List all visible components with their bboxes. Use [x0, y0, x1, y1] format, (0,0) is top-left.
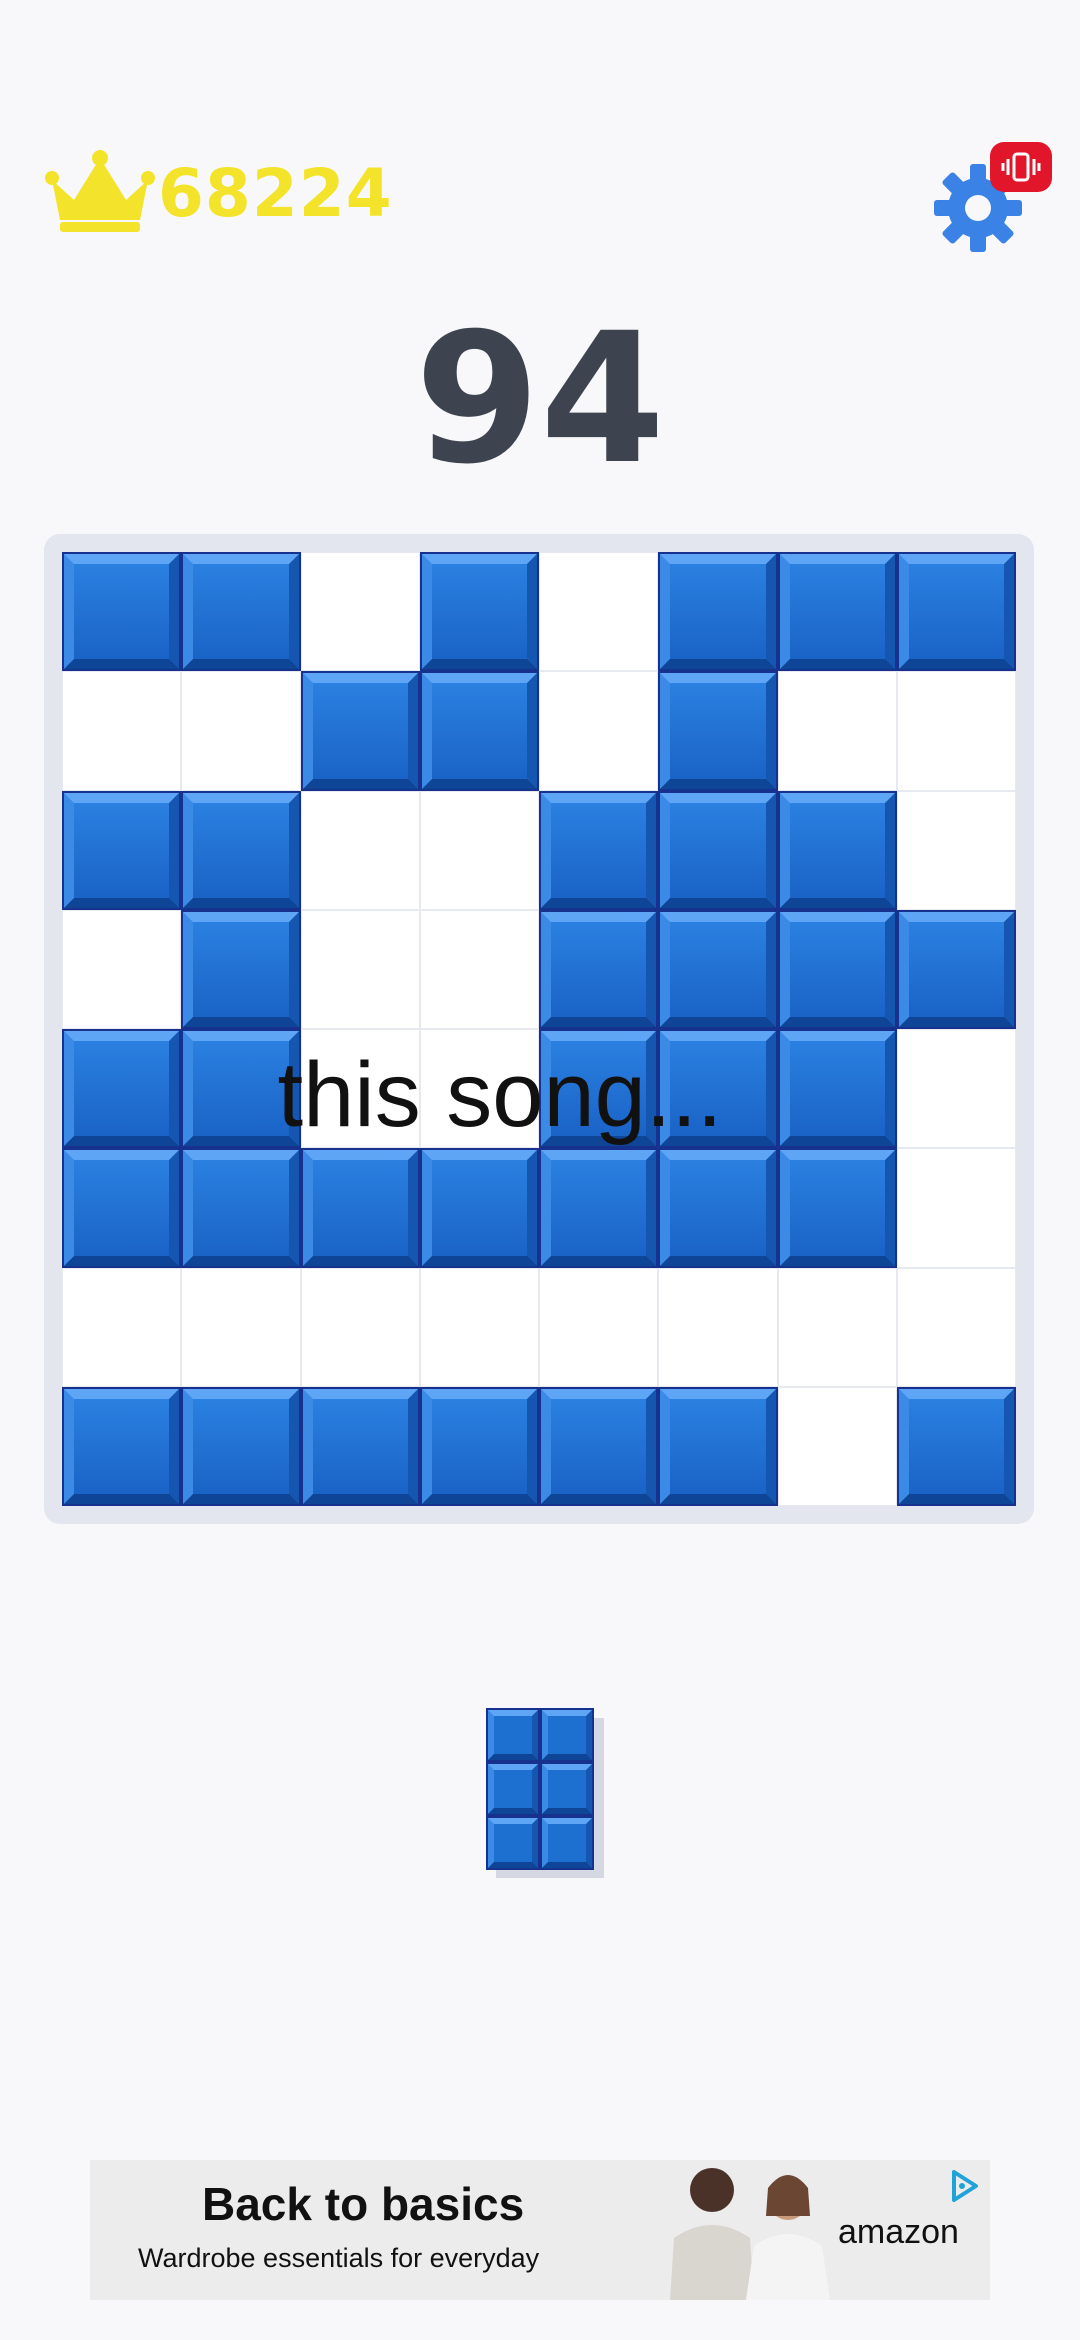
empty-cell[interactable] [300, 1267, 420, 1387]
crown-icon [44, 150, 156, 234]
filled-cell[interactable] [62, 1148, 182, 1268]
ad-choices-icon[interactable] [944, 2166, 984, 2206]
empty-cell[interactable] [777, 1386, 897, 1506]
filled-cell[interactable] [62, 790, 182, 910]
ad-title: Back to basics [202, 2178, 525, 2230]
filled-cell[interactable] [658, 790, 778, 910]
empty-cell[interactable] [658, 1267, 778, 1387]
filled-cell[interactable] [419, 671, 539, 791]
filled-cell[interactable] [300, 1386, 420, 1506]
filled-cell[interactable] [896, 1386, 1016, 1506]
filled-cell[interactable] [181, 1386, 301, 1506]
empty-cell[interactable] [539, 552, 659, 672]
ad-subtitle: Wardrobe essentials for everyday [138, 2243, 540, 2273]
next-piece[interactable] [486, 1708, 594, 1870]
filled-cell[interactable] [896, 909, 1016, 1029]
piece-block [540, 1816, 594, 1870]
ad-banner[interactable]: Back to basics Wardrobe essentials for e… [90, 2160, 990, 2300]
empty-cell[interactable] [896, 1148, 1016, 1268]
game-board [44, 534, 1034, 1524]
piece-block [486, 1708, 540, 1762]
filled-cell[interactable] [896, 552, 1016, 672]
vibration-toggle[interactable] [990, 142, 1052, 192]
filled-cell[interactable] [777, 790, 897, 910]
filled-cell[interactable] [539, 1386, 659, 1506]
filled-cell[interactable] [777, 1148, 897, 1268]
filled-cell[interactable] [539, 790, 659, 910]
filled-cell[interactable] [181, 790, 301, 910]
filled-cell[interactable] [658, 1148, 778, 1268]
filled-cell[interactable] [777, 552, 897, 672]
empty-cell[interactable] [896, 1267, 1016, 1387]
empty-cell[interactable] [539, 671, 659, 791]
empty-cell[interactable] [896, 790, 1016, 910]
piece-block [486, 1816, 540, 1870]
filled-cell[interactable] [419, 552, 539, 672]
ad-brand: amazon [838, 2213, 959, 2251]
empty-cell[interactable] [419, 790, 539, 910]
filled-cell[interactable] [62, 1386, 182, 1506]
filled-cell[interactable] [539, 909, 659, 1029]
empty-cell[interactable] [896, 671, 1016, 791]
next-piece-blocks [486, 1708, 594, 1870]
filled-cell[interactable] [539, 1148, 659, 1268]
empty-cell[interactable] [62, 671, 182, 791]
empty-cell[interactable] [62, 909, 182, 1029]
empty-cell[interactable] [300, 790, 420, 910]
filled-cell[interactable] [777, 909, 897, 1029]
filled-cell[interactable] [658, 671, 778, 791]
filled-cell[interactable] [419, 1148, 539, 1268]
piece-block [540, 1708, 594, 1762]
empty-cell[interactable] [539, 1267, 659, 1387]
empty-cell[interactable] [181, 1267, 301, 1387]
vibration-icon [1001, 152, 1041, 182]
empty-cell[interactable] [419, 1267, 539, 1387]
ad-photo [650, 2160, 850, 2300]
piece-block [486, 1762, 540, 1816]
piece-block [540, 1762, 594, 1816]
empty-cell[interactable] [300, 909, 420, 1029]
empty-cell[interactable] [181, 671, 301, 791]
board-grid[interactable] [62, 552, 1016, 1506]
filled-cell[interactable] [300, 1148, 420, 1268]
current-score: 94 [414, 295, 666, 504]
filled-cell[interactable] [658, 909, 778, 1029]
filled-cell[interactable] [658, 552, 778, 672]
empty-cell[interactable] [777, 671, 897, 791]
filled-cell[interactable] [62, 552, 182, 672]
filled-cell[interactable] [181, 552, 301, 672]
filled-cell[interactable] [181, 1148, 301, 1268]
filled-cell[interactable] [181, 909, 301, 1029]
filled-cell[interactable] [300, 671, 420, 791]
empty-cell[interactable] [777, 1267, 897, 1387]
best-score: 68224 [158, 155, 393, 232]
empty-cell[interactable] [300, 552, 420, 672]
empty-cell[interactable] [419, 909, 539, 1029]
game-screen: 68224 94 this song... Back to basics War… [0, 0, 1080, 2340]
filled-cell[interactable] [419, 1386, 539, 1506]
filled-cell[interactable] [658, 1386, 778, 1506]
empty-cell[interactable] [62, 1267, 182, 1387]
overlay-caption: this song... [277, 1044, 723, 1146]
